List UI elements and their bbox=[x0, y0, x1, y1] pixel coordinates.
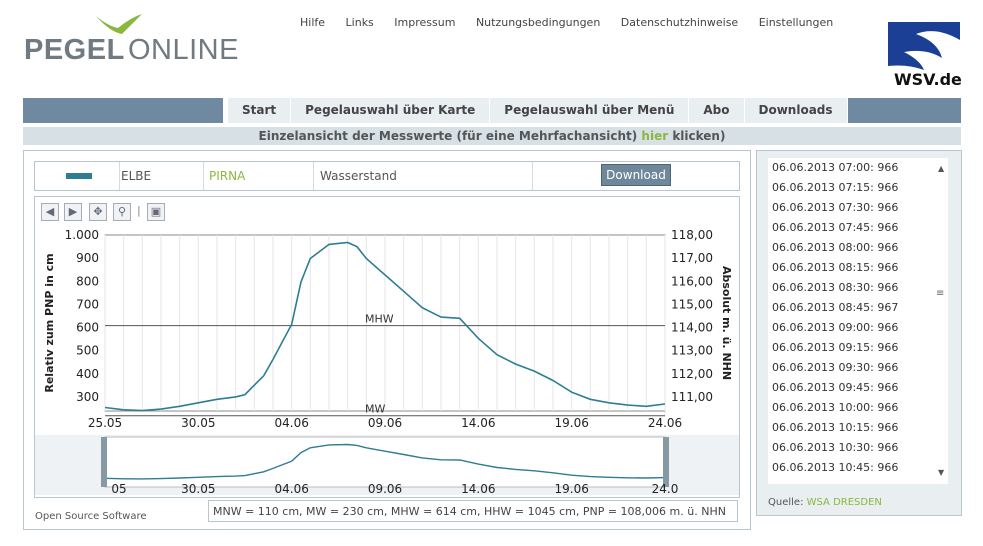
tab-downloads[interactable]: Downloads bbox=[745, 98, 848, 123]
bird-icon bbox=[96, 14, 142, 34]
readings-list[interactable]: 06.06.2013 07:00: 966 06.06.2013 07:15: 9… bbox=[768, 158, 948, 484]
nav-bar-left bbox=[23, 98, 223, 123]
y2-tick-label: 112,00 bbox=[671, 367, 713, 381]
reference-values: MNW = 110 cm, MW = 230 cm, MHW = 614 cm,… bbox=[208, 500, 738, 522]
nav-datenschutz[interactable]: Datenschutzhinweise bbox=[621, 16, 738, 29]
y2-tick-label: 118,00 bbox=[671, 228, 713, 242]
reading-item[interactable]: 06.06.2013 09:30: 966 bbox=[768, 358, 948, 378]
overview-x-tick-label: 04.06 bbox=[274, 482, 308, 496]
ref-label-mw: MW bbox=[365, 403, 385, 416]
y-tick-label: 600 bbox=[76, 321, 99, 335]
y-tick-label: 400 bbox=[76, 367, 99, 381]
logo-online: ONLINE bbox=[128, 34, 239, 66]
reading-item[interactable]: 06.06.2013 07:45: 966 bbox=[768, 218, 948, 238]
y2-tick-label: 114,00 bbox=[671, 321, 713, 335]
y2-tick-label: 111,00 bbox=[671, 390, 713, 404]
y2-tick-label: 116,00 bbox=[671, 274, 713, 288]
wsv-label[interactable]: WSV.de bbox=[894, 70, 962, 89]
x-tick-label: 04.06 bbox=[274, 416, 308, 430]
source-value[interactable]: WSA DRESDEN bbox=[807, 497, 882, 508]
tab-start[interactable]: Start bbox=[228, 98, 292, 123]
x-tick-label: 24.06 bbox=[648, 416, 682, 430]
chart-box: ◀ ▶ ✥ ⚲ | ▣ 1.000 900 800 700 600 500 400 300 11… bbox=[34, 196, 740, 498]
tab-menu[interactable]: Pegelauswahl über Menü bbox=[490, 98, 690, 123]
y2-axis-label: Absolut m. ü. NHN bbox=[720, 266, 733, 380]
reading-item[interactable]: 06.06.2013 08:15: 966 bbox=[768, 258, 948, 278]
y-tick-label: 500 bbox=[76, 344, 99, 358]
y-tick-label: 1.000 bbox=[65, 228, 99, 242]
overview-handle-left[interactable] bbox=[101, 437, 107, 487]
x-tick-label: 30.05 bbox=[181, 416, 215, 430]
subheader-link[interactable]: hier bbox=[641, 129, 668, 143]
station-name[interactable]: PIRNA bbox=[209, 162, 314, 190]
reading-item[interactable]: 06.06.2013 09:15: 966 bbox=[768, 338, 948, 358]
nav-hilfe[interactable]: Hilfe bbox=[300, 16, 325, 29]
readings-scrollbar[interactable]: ▲ ≡ ▼ bbox=[936, 160, 948, 482]
reading-item[interactable]: 06.06.2013 09:00: 966 bbox=[768, 318, 948, 338]
subheader-text: Einzelansicht der Messwerte (für eine Me… bbox=[258, 129, 638, 143]
reading-item[interactable]: 06.06.2013 07:15: 966 bbox=[768, 178, 948, 198]
nav-links[interactable]: Links bbox=[346, 16, 374, 29]
reading-item[interactable]: 06.06.2013 10:00: 966 bbox=[768, 398, 948, 418]
y-tick-label: 300 bbox=[76, 390, 99, 404]
logo-pegel: PEGEL bbox=[24, 34, 125, 66]
nav-einstellungen[interactable]: Einstellungen bbox=[759, 16, 834, 29]
overview-x-tick-label: 19.06 bbox=[554, 482, 588, 496]
ref-label-mhw: MHW bbox=[365, 313, 394, 326]
reading-item[interactable]: 06.06.2013 10:30: 966 bbox=[768, 438, 948, 458]
river-name: ELBE bbox=[121, 162, 204, 190]
y-tick-label: 800 bbox=[76, 274, 99, 288]
source-prefix: Quelle: bbox=[768, 497, 804, 508]
reading-item[interactable]: 06.06.2013 08:30: 966 bbox=[768, 278, 948, 298]
reading-item[interactable]: 06.06.2013 07:30: 966 bbox=[768, 198, 948, 218]
scroll-handle-icon[interactable]: ≡ bbox=[936, 288, 944, 299]
overview-x-tick-label: 14.06 bbox=[461, 482, 495, 496]
x-tick-label: 09.06 bbox=[368, 416, 402, 430]
overview-x-tick-label: 30.05 bbox=[181, 482, 215, 496]
x-tick-label: 19.06 bbox=[554, 416, 588, 430]
reading-item[interactable]: 06.06.2013 10:15: 966 bbox=[768, 418, 948, 438]
main-nav: Start Pegelauswahl über Karte Pegelauswa… bbox=[228, 98, 848, 123]
parameter-name: Wasserstand bbox=[320, 162, 533, 190]
open-source-label[interactable]: Open Source Software bbox=[35, 511, 147, 522]
top-nav: Hilfe Links Impressum Nutzungsbedingunge… bbox=[300, 16, 850, 29]
source-label: Quelle: WSA DRESDEN bbox=[768, 497, 882, 508]
overview-x-tick-label: 24.0 bbox=[652, 482, 679, 496]
nav-nutzungsbedingungen[interactable]: Nutzungsbedingungen bbox=[476, 16, 600, 29]
water-level-chart: 1.000 900 800 700 600 500 400 300 118,00 117,00 11… bbox=[35, 228, 739, 496]
y2-tick-label: 115,00 bbox=[671, 297, 713, 311]
y-tick-label: 700 bbox=[76, 297, 99, 311]
scroll-up-icon[interactable]: ▲ bbox=[938, 164, 944, 173]
tab-abo[interactable]: Abo bbox=[689, 98, 745, 123]
x-tick-label: 25.05 bbox=[88, 416, 122, 430]
subheader-text-end: klicken) bbox=[672, 129, 726, 143]
overview-handle-right[interactable] bbox=[663, 437, 669, 487]
nav-impressum[interactable]: Impressum bbox=[394, 16, 455, 29]
reading-item[interactable]: 06.06.2013 07:00: 966 bbox=[768, 158, 948, 178]
x-tick-label: 14.06 bbox=[461, 416, 495, 430]
series-swatch bbox=[66, 173, 92, 179]
reading-item[interactable]: 06.06.2013 08:00: 966 bbox=[768, 238, 948, 258]
overview-x-tick-label: 05 bbox=[111, 482, 126, 496]
y2-tick-label: 117,00 bbox=[671, 251, 713, 265]
pegel-online-logo[interactable]: PEGEL ONLINE bbox=[24, 12, 254, 72]
series-legend bbox=[35, 162, 120, 190]
reading-item[interactable]: 06.06.2013 08:45: 967 bbox=[768, 298, 948, 318]
reading-item[interactable]: 06.06.2013 10:45: 966 bbox=[768, 458, 948, 478]
download-button[interactable]: Download bbox=[601, 164, 671, 186]
scroll-down-icon[interactable]: ▼ bbox=[938, 468, 944, 477]
overview-x-tick-label: 09.06 bbox=[368, 482, 402, 496]
y-axis-label: Relativ zum PNP in cm bbox=[43, 253, 56, 392]
reading-item[interactable]: 06.06.2013 09:45: 966 bbox=[768, 378, 948, 398]
subheader: Einzelansicht der Messwerte (für eine Me… bbox=[23, 127, 961, 145]
nav-bar-right bbox=[833, 98, 961, 123]
tab-karte[interactable]: Pegelauswahl über Karte bbox=[291, 98, 491, 123]
overview-window[interactable] bbox=[104, 436, 666, 488]
y2-tick-label: 113,00 bbox=[671, 344, 713, 358]
y-tick-label: 900 bbox=[76, 251, 99, 265]
